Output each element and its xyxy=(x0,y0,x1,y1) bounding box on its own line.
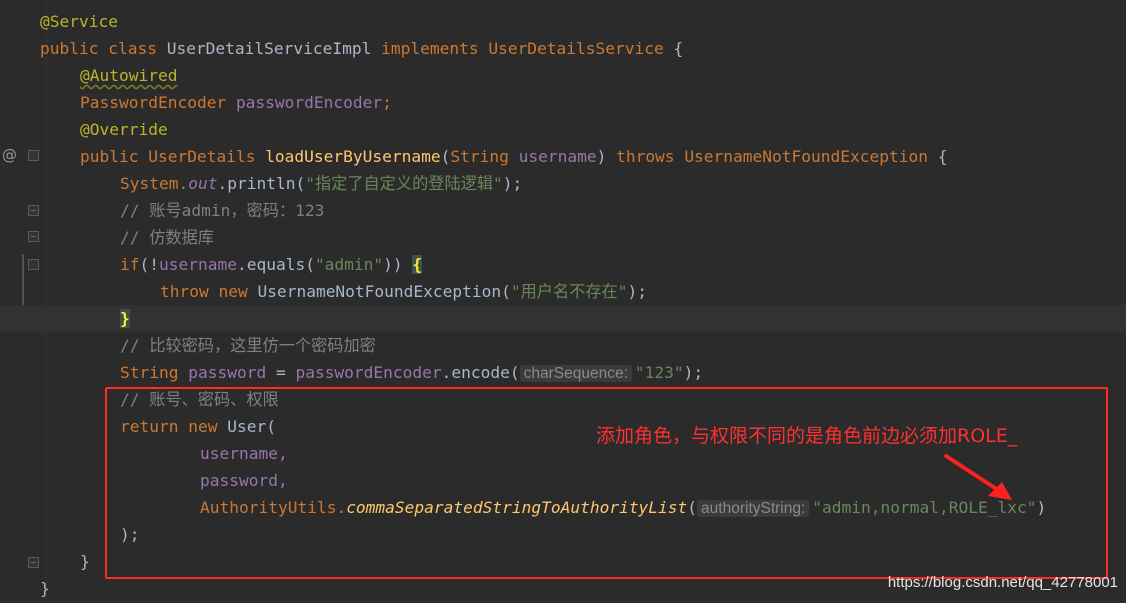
class-name: System. xyxy=(120,174,189,193)
code-line: @Override xyxy=(0,116,1126,143)
brace: { xyxy=(663,39,684,58)
keyword: public class xyxy=(40,39,167,58)
paren: ); xyxy=(683,363,704,382)
operator: = xyxy=(266,363,296,382)
field-name: passwordEncoder xyxy=(235,93,383,112)
type-name: String xyxy=(450,147,509,166)
paren: ) xyxy=(596,147,617,166)
code-line: PasswordEncoder passwordEncoder; xyxy=(0,89,1126,116)
code-line: public class UserDetailServiceImpl imple… xyxy=(0,35,1126,62)
keyword: new xyxy=(218,282,258,301)
watermark: https://blog.csdn.net/qq_42778001 xyxy=(887,574,1118,591)
code-line: System.out.println("指定了自定义的登陆逻辑"); xyxy=(0,170,1126,197)
annotation-note: 添加角色，与权限不同的是角色前边必须加ROLE_ xyxy=(596,425,1018,447)
annotation: @Override xyxy=(80,120,168,139)
method-call: .encode( xyxy=(441,363,520,382)
code-line: // 账号admin，密码：123 xyxy=(0,197,1126,224)
keyword: public xyxy=(80,147,149,166)
parameter-hint: charSequence: xyxy=(519,365,632,382)
class-name: UsernameNotFoundException( xyxy=(257,282,511,301)
code-line: // 比较密码，这里仿一个密码加密 xyxy=(0,332,1126,359)
static-field: out xyxy=(188,174,218,193)
string-literal: "用户名不存在" xyxy=(510,282,628,301)
paren: ); xyxy=(502,174,523,193)
type-name: String xyxy=(120,363,179,382)
method-call: .println( xyxy=(217,174,306,193)
method-name: loadUserByUsername xyxy=(265,147,441,166)
method-call: .equals( xyxy=(236,255,315,274)
annotation-arrow xyxy=(944,454,1012,500)
paren: )) xyxy=(383,255,413,274)
matched-brace: { xyxy=(412,255,423,274)
keyword: throws xyxy=(616,147,685,166)
class-name: UserDetailServiceImpl xyxy=(166,39,372,58)
brace: } xyxy=(80,552,90,571)
keyword: throw xyxy=(160,282,219,301)
code-line: @Autowired xyxy=(0,62,1126,89)
brace: { xyxy=(927,147,948,166)
annotation: @Service xyxy=(40,12,118,31)
code-line: @Service xyxy=(0,8,1126,35)
variable: username xyxy=(159,255,237,274)
exception-name: UsernameNotFoundException xyxy=(684,147,928,166)
field-name: passwordEncoder xyxy=(295,363,442,382)
matched-brace: } xyxy=(120,309,130,328)
brace: } xyxy=(40,579,50,598)
current-line: } xyxy=(0,305,1126,332)
type-name: PasswordEncoder xyxy=(80,93,227,112)
keyword: if xyxy=(120,255,140,274)
comment: // 仿数据库 xyxy=(120,228,214,247)
keyword: implements xyxy=(371,39,489,58)
operator: (! xyxy=(139,255,160,274)
code-line: throw new UsernameNotFoundException("用户名… xyxy=(0,278,1126,305)
semicolon: ; xyxy=(382,93,392,112)
interface-name: UserDetailsService xyxy=(488,39,664,58)
code-line: // 仿数据库 xyxy=(0,224,1126,251)
paren: ); xyxy=(627,282,647,301)
comment: // 比较密码，这里仿一个密码加密 xyxy=(120,336,376,355)
string-literal: "123" xyxy=(634,363,684,382)
annotation: @Autowired xyxy=(80,66,178,85)
string-literal: "admin" xyxy=(314,255,384,274)
string-literal: "指定了自定义的登陆逻辑" xyxy=(305,174,503,193)
code-line: public UserDetails loadUserByUsername(St… xyxy=(0,143,1126,170)
type-name: UserDetails xyxy=(148,147,256,166)
comment: // 账号admin，密码：123 xyxy=(120,201,325,220)
variable: password xyxy=(178,363,267,382)
param-name: username xyxy=(508,147,597,166)
paren: ( xyxy=(440,147,451,166)
code-line: String password = passwordEncoder.encode… xyxy=(0,359,1126,386)
code-line: if(!username.equals("admin")) { xyxy=(0,251,1126,278)
